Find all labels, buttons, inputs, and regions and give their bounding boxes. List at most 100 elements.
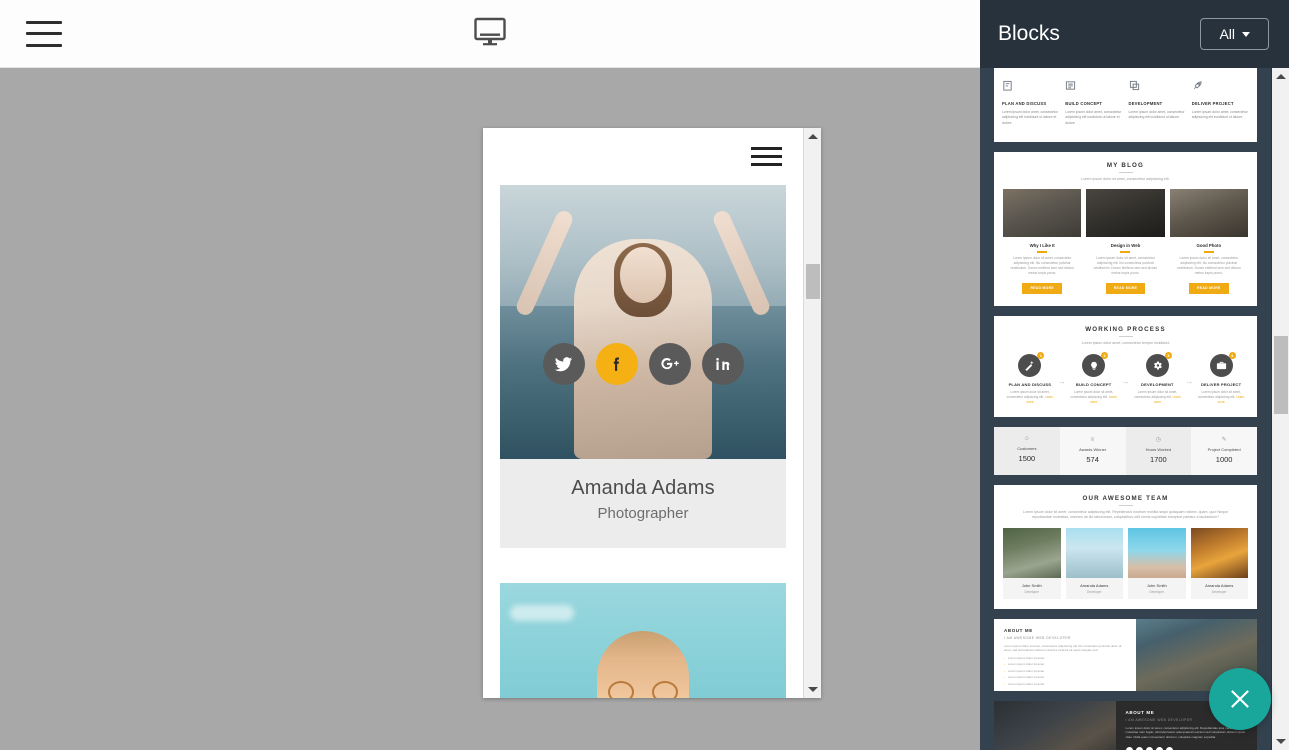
feature-text: Lorem ipsum dolor amet, consectetur adip… — [1065, 110, 1122, 126]
title-underline — [1119, 336, 1133, 337]
team-photo — [1128, 528, 1186, 578]
title-underline — [1119, 172, 1133, 173]
title-underline — [1120, 251, 1130, 252]
counter-cell: ◷ Hours Worked 1700 — [1126, 427, 1192, 475]
filter-label: All — [1219, 26, 1235, 42]
hamburger-bar — [751, 147, 782, 150]
process-step: 2 BUILD CONCEPT Lorem ipsum dolor sit am… — [1068, 354, 1120, 405]
step-text-body: Lorem ipsum dolor sit amet, consectetur … — [1198, 390, 1241, 399]
team-card: John Smith Developer — [1003, 528, 1061, 599]
team-title: OUR AWESOME TEAM — [994, 485, 1257, 502]
feature-text: Lorem ipsum dolor amet, consectetur adip… — [1129, 110, 1186, 121]
block-counters[interactable]: ☺ Customers 1500 ♕ Awards Winner 574 ◷ H… — [994, 427, 1257, 475]
social-links-row — [500, 343, 786, 385]
feature-title: BUILD CONCEPT — [1065, 101, 1122, 106]
magic-wand-icon — [1024, 360, 1035, 371]
blog-post-title: Design in Web — [1086, 243, 1164, 248]
team-member-name: Amanda Adams — [1191, 578, 1249, 588]
blog-post-title: Why I Like It — [1003, 243, 1081, 248]
facebook-icon — [607, 355, 626, 374]
preview-scroll-down-arrow[interactable] — [804, 681, 821, 698]
chevron-down-icon — [1276, 739, 1286, 744]
preview-scroll-up-arrow[interactable] — [804, 128, 821, 145]
glasses-lens-right — [652, 681, 678, 698]
step-badge: 3 — [1165, 352, 1172, 359]
block-team[interactable]: OUR AWESOME TEAM Lorem ipsum dolor sit a… — [994, 485, 1257, 609]
chevron-down-icon — [808, 687, 818, 692]
step-circle: 3 — [1146, 354, 1169, 377]
step-circle: 2 — [1082, 354, 1105, 377]
social-twitter-button[interactable] — [543, 343, 585, 385]
blog-read-more-button[interactable]: READ MORE — [1022, 283, 1061, 294]
smile-icon: ☺ — [996, 436, 1058, 442]
step-badge: 1 — [1037, 352, 1044, 359]
panel-scroll-down-arrow[interactable] — [1272, 733, 1289, 750]
close-panel-button[interactable] — [1209, 668, 1271, 730]
process-title: WORKING PROCESS — [994, 316, 1257, 333]
block-features[interactable]: PLAN AND DISCUSS Lorem ipsum dolor amet,… — [994, 68, 1257, 142]
blocks-filter-dropdown[interactable]: All — [1200, 18, 1269, 50]
step-circle: 1 — [1018, 354, 1041, 377]
desktop-monitor-icon[interactable] — [469, 12, 511, 55]
team-photo — [1191, 528, 1249, 578]
team-member-name: Amanda Adams — [1066, 578, 1124, 588]
team-member-name: John Smith — [1003, 578, 1061, 588]
person-role: Photographer — [500, 505, 786, 522]
team-grid: John Smith Developer Amanda Adams Develo… — [994, 521, 1257, 609]
process-step: 3 DEVELOPMENT Lorem ipsum dolor sit amet… — [1132, 354, 1184, 405]
blocks-list[interactable]: PLAN AND DISCUSS Lorem ipsum dolor amet,… — [980, 68, 1271, 750]
team-member-role: Developer — [1066, 590, 1124, 599]
panel-scrollbar[interactable] — [1271, 68, 1289, 750]
feature-title: DELIVER PROJECT — [1192, 101, 1249, 106]
feature-text: Lorem ipsum dolor amet, consectetur adip… — [1192, 110, 1249, 121]
process-step: 1 PLAN AND DISCUSS Lorem ipsum dolor sit… — [1004, 354, 1056, 405]
desktop-monitor-glyph — [473, 16, 507, 46]
step-text: Lorem ipsum dolor sit amet, consectetur … — [1004, 390, 1056, 405]
arrow-right-icon: → — [1058, 377, 1066, 386]
window-icon — [1129, 80, 1140, 91]
blog-read-more-button[interactable]: READ MORE — [1189, 283, 1228, 294]
about-bullet: Lorem ipsum dolor sit amet — [1004, 662, 1126, 666]
preview-scroll-thumb[interactable] — [806, 264, 820, 299]
clipboard-icon — [1002, 80, 1013, 91]
blog-post-text: Lorem ipsum dolor sit amet, consectetur … — [1086, 256, 1164, 277]
panel-scroll-thumb[interactable] — [1274, 336, 1288, 414]
counter-value: 574 — [1062, 455, 1124, 464]
about-bullet: Lorem ipsum dolor sit amet — [1004, 669, 1126, 673]
social-facebook-button[interactable] — [596, 343, 638, 385]
title-underline — [1119, 505, 1133, 506]
hamburger-bar — [26, 21, 62, 24]
cloud-shape — [510, 605, 574, 621]
team-member-role: Developer — [1128, 590, 1186, 599]
social-googleplus-button[interactable] — [649, 343, 691, 385]
block-blog[interactable]: MY BLOG Lorem ipsum dolor sit amet, cons… — [994, 152, 1257, 306]
team-member-role: Developer — [1003, 590, 1061, 599]
preview-menu-hamburger-icon[interactable] — [751, 147, 782, 166]
social-linkedin-button[interactable] — [702, 343, 744, 385]
process-step: 4 DELIVER PROJECT Lorem ipsum dolor sit … — [1195, 354, 1247, 405]
team-photo — [1003, 528, 1061, 578]
blocks-panel: Blocks All PLAN AND DISCUSS Lorem ipsum … — [980, 0, 1289, 750]
block-working-process[interactable]: WORKING PROCESS Lorem ipsum dolor amet, … — [994, 316, 1257, 417]
glasses-icon — [606, 681, 680, 698]
blog-grid: Why I Like It Lorem ipsum dolor sit amet… — [994, 182, 1257, 305]
hero-caption: Amanda Adams Photographer — [500, 459, 786, 548]
step-text: Lorem ipsum dolor sit amet, consectetur … — [1132, 390, 1184, 405]
close-icon — [1226, 685, 1254, 713]
step-text-body: Lorem ipsum dolor sit amet, consectetur … — [1007, 390, 1050, 399]
team-member-name: John Smith — [1128, 578, 1186, 588]
panel-scroll-up-arrow[interactable] — [1272, 68, 1289, 85]
blog-card: Why I Like It Lorem ipsum dolor sit amet… — [1003, 189, 1081, 293]
lightbulb-icon — [1089, 361, 1099, 371]
arrow-right-icon: → — [1122, 377, 1130, 386]
blog-read-more-button[interactable]: READ MORE — [1106, 283, 1145, 294]
site-preview-frame: Amanda Adams Photographer — [483, 128, 821, 698]
step-text-body: Lorem ipsum dolor sit amet, consectetur … — [1134, 390, 1177, 399]
preview-scrollbar[interactable] — [803, 128, 821, 698]
arrow-right-icon: → — [1185, 377, 1193, 386]
main-menu-hamburger-icon[interactable] — [26, 21, 62, 47]
linkedin-icon — [714, 355, 732, 373]
blog-thumbnail — [1086, 189, 1164, 237]
chevron-down-icon — [1242, 32, 1250, 37]
about-photo — [994, 701, 1116, 750]
